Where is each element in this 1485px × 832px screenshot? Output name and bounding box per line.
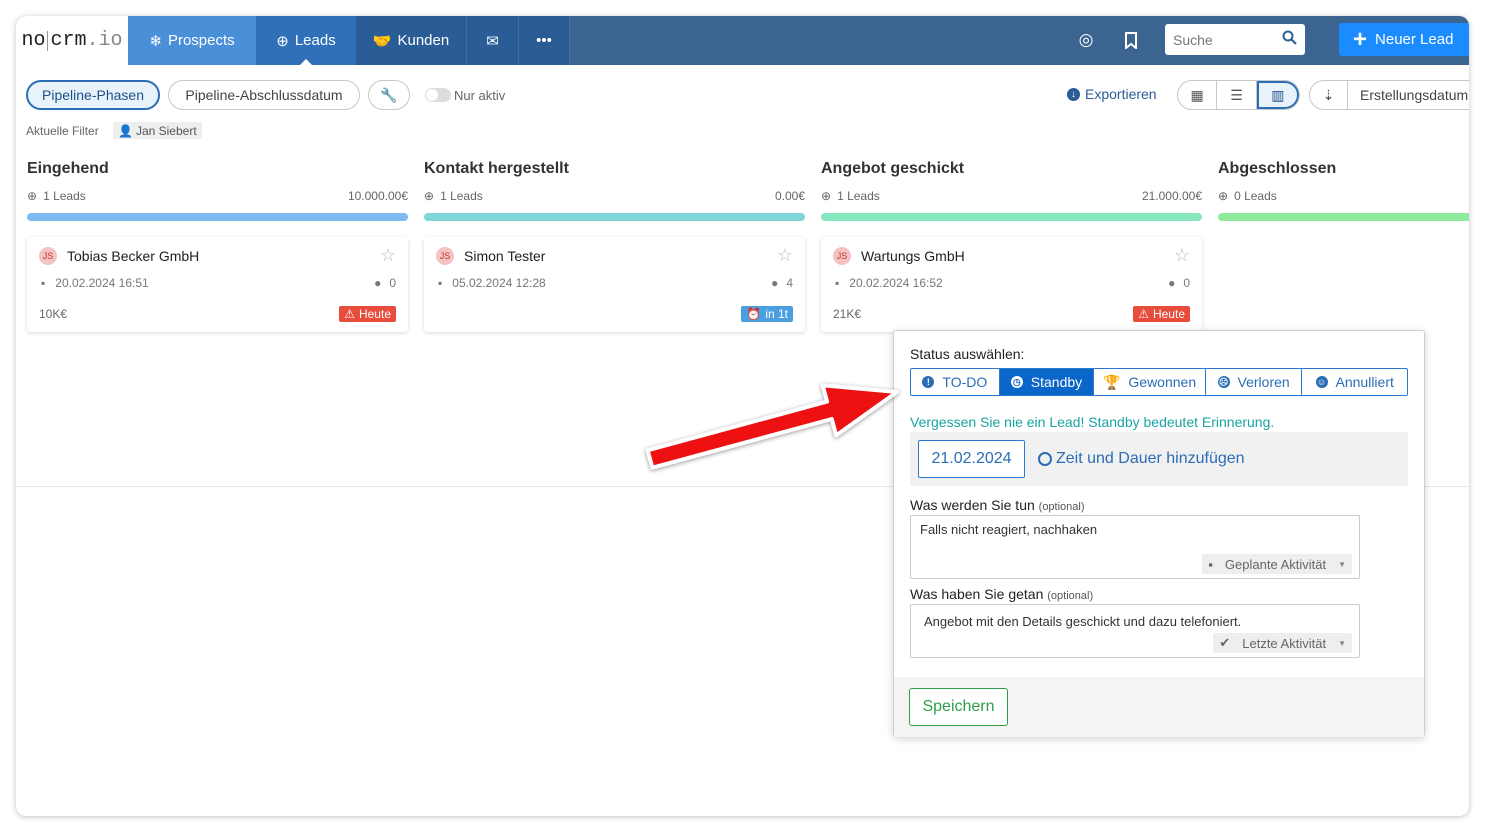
annotation-arrow (645, 383, 899, 470)
